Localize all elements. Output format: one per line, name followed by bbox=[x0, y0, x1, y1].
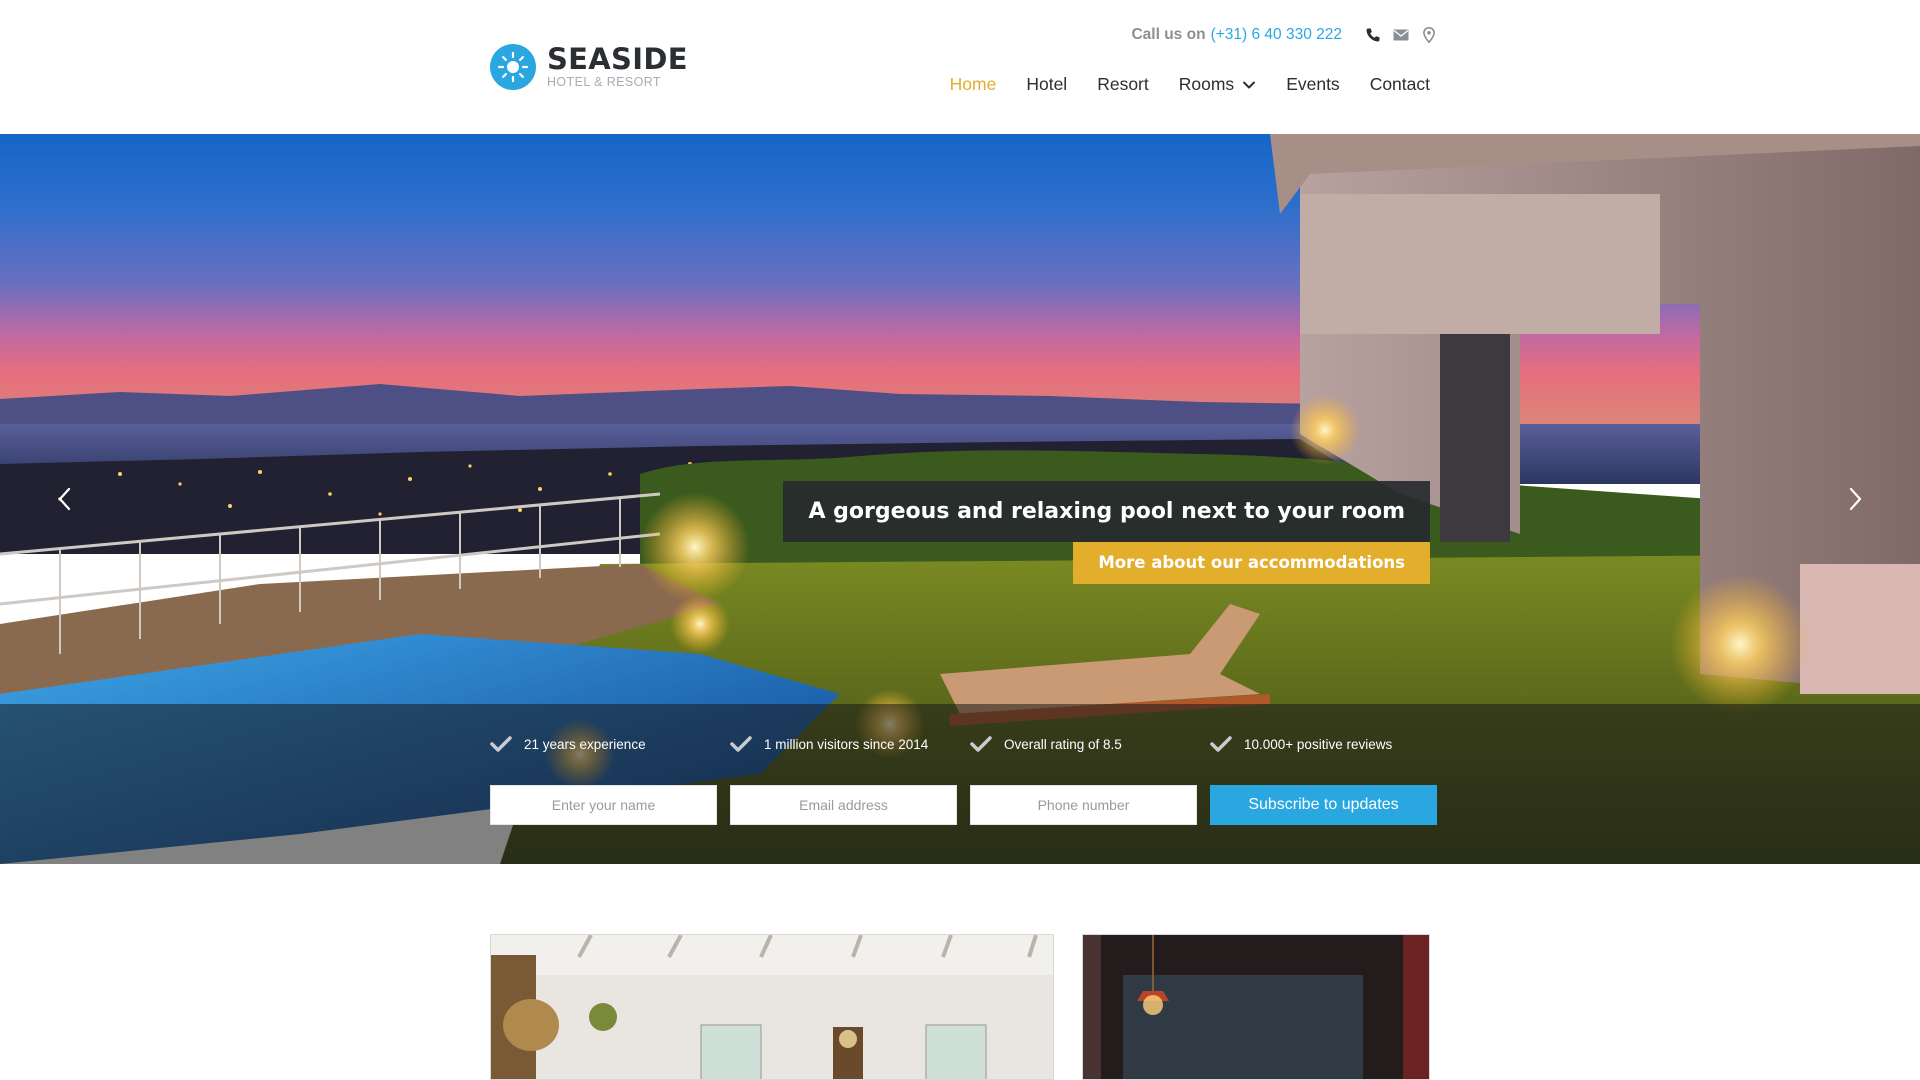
checkmark-icon bbox=[970, 736, 992, 752]
call-label: Call us on bbox=[1131, 26, 1206, 43]
phone-link[interactable]: (+31) 6 40 330 222 bbox=[1211, 26, 1342, 44]
feature-item: 1 million visitors since 2014 bbox=[730, 736, 970, 752]
nav-item-hotel[interactable]: Hotel bbox=[1026, 74, 1067, 95]
card-image-interior[interactable] bbox=[490, 934, 1054, 1080]
slider-next-button[interactable] bbox=[1840, 484, 1870, 514]
slide-caption: A gorgeous and relaxing pool next to you… bbox=[783, 481, 1430, 542]
mail-icon[interactable] bbox=[1392, 26, 1410, 44]
nav-item-events[interactable]: Events bbox=[1286, 74, 1340, 95]
interior-photo bbox=[491, 935, 1053, 1079]
contact-icons bbox=[1364, 26, 1438, 44]
features-band bbox=[0, 704, 1920, 864]
logo-title: SEASIDE bbox=[547, 42, 688, 76]
site-logo[interactable]: SEASIDE HOTEL & RESORT bbox=[490, 44, 688, 90]
email-input[interactable] bbox=[730, 785, 957, 825]
feature-label: Overall rating of 8.5 bbox=[1004, 736, 1122, 752]
hero-slider: A gorgeous and relaxing pool next to you… bbox=[0, 134, 1920, 864]
subscribe-button[interactable]: Subscribe to updates bbox=[1210, 785, 1437, 825]
page: SEASIDE HOTEL & RESORT Call us on (+31) … bbox=[0, 0, 1920, 1080]
bar-photo bbox=[1083, 935, 1429, 1079]
nav-item-rooms[interactable]: Rooms bbox=[1179, 74, 1256, 95]
nav-item-contact[interactable]: Contact bbox=[1370, 74, 1430, 95]
feature-item: 21 years experience bbox=[490, 736, 730, 752]
nav-item-home[interactable]: Home bbox=[950, 74, 997, 95]
sun-icon bbox=[490, 44, 536, 90]
checkmark-icon bbox=[490, 736, 512, 752]
card-image-bar[interactable] bbox=[1082, 934, 1430, 1080]
subscribe-form: Subscribe to updates bbox=[490, 785, 1437, 825]
features-list: 21 years experience 1 million visitors s… bbox=[490, 736, 1450, 752]
feature-label: 21 years experience bbox=[524, 736, 646, 752]
location-pin-icon[interactable] bbox=[1420, 26, 1438, 44]
name-input[interactable] bbox=[490, 785, 717, 825]
nav-item-rooms-label: Rooms bbox=[1178, 74, 1235, 94]
feature-item: 10.000+ positive reviews bbox=[1210, 736, 1450, 752]
feature-cards bbox=[490, 934, 1430, 1080]
logo-tagline: HOTEL & RESORT bbox=[547, 75, 661, 89]
chevron-left-icon bbox=[58, 487, 71, 511]
checkmark-icon bbox=[1210, 736, 1232, 752]
feature-item: Overall rating of 8.5 bbox=[970, 736, 1210, 752]
feature-label: 10.000+ positive reviews bbox=[1244, 736, 1393, 752]
phone-icon[interactable] bbox=[1364, 26, 1382, 44]
call-bar: Call us on (+31) 6 40 330 222 bbox=[1131, 26, 1438, 44]
main-nav: Home Hotel Resort Rooms Events Contact bbox=[920, 74, 1430, 95]
site-header: SEASIDE HOTEL & RESORT Call us on (+31) … bbox=[0, 0, 1920, 134]
logo-text: SEASIDE HOTEL & RESORT bbox=[547, 42, 688, 90]
feature-label: 1 million visitors since 2014 bbox=[764, 736, 929, 752]
checkmark-icon bbox=[730, 736, 752, 752]
chevron-right-icon bbox=[1849, 487, 1862, 511]
nav-item-resort[interactable]: Resort bbox=[1097, 74, 1149, 95]
chevron-down-icon bbox=[1243, 81, 1256, 88]
accommodations-cta-button[interactable]: More about our accommodations bbox=[1073, 542, 1430, 584]
slider-prev-button[interactable] bbox=[50, 484, 80, 514]
phone-input[interactable] bbox=[970, 785, 1197, 825]
